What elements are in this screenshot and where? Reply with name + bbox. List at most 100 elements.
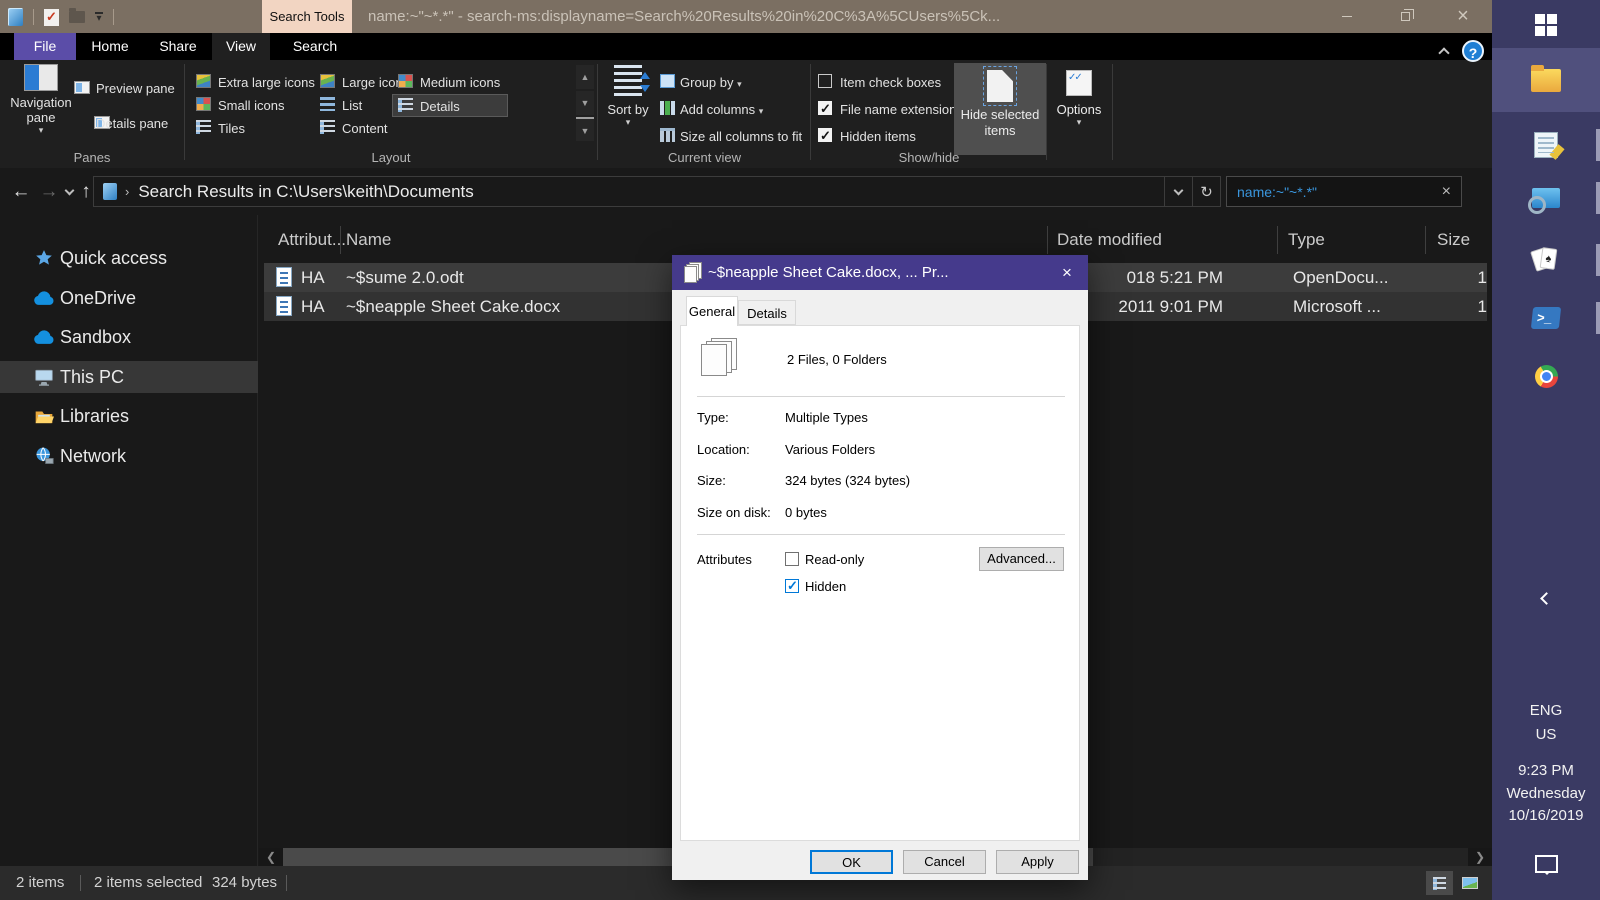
apply-button[interactable]: Apply <box>996 850 1079 874</box>
column-divider[interactable] <box>1277 226 1278 254</box>
extra-large-icons-button[interactable]: Extra large icons <box>218 75 315 90</box>
column-divider[interactable] <box>1425 226 1426 254</box>
hidden-items-label[interactable]: Hidden items <box>840 129 916 144</box>
small-icons-button[interactable]: Small icons <box>218 98 284 113</box>
address-bar[interactable]: › Search Results in C:\Users\keith\Docum… <box>93 176 1221 207</box>
medium-icons-button[interactable]: Medium icons <box>420 75 500 90</box>
dialog-tab-details[interactable]: Details <box>738 300 796 325</box>
column-header-name[interactable]: Name <box>346 222 391 258</box>
field-label-size-on-disk: Size on disk: <box>697 505 771 520</box>
close-button[interactable]: × <box>1434 0 1492 33</box>
size-all-columns-button[interactable]: Size all columns to fit <box>680 129 802 144</box>
details-view-button[interactable]: Details <box>420 99 460 114</box>
options-button[interactable]: Options ▾ <box>1050 63 1108 155</box>
address-dropdown-button[interactable] <box>1164 177 1192 206</box>
sidebar-item-sandbox[interactable]: Sandbox <box>0 321 258 353</box>
advanced-button[interactable]: Advanced... <box>979 547 1064 571</box>
read-only-checkbox[interactable] <box>785 552 799 566</box>
collapse-ribbon-icon[interactable] <box>1438 47 1450 59</box>
scroll-left-arrow[interactable]: ❮ <box>259 848 283 866</box>
chrome-icon <box>1534 364 1558 388</box>
details-view-toggle[interactable] <box>1426 871 1453 895</box>
help-icon[interactable]: ? <box>1462 40 1484 62</box>
taskbar-screen-search[interactable] <box>1492 178 1600 218</box>
preview-pane-button[interactable]: Preview pane <box>96 81 175 96</box>
hidden-label[interactable]: Hidden <box>805 579 846 594</box>
taskbar-powershell[interactable]: >_ <box>1492 298 1600 338</box>
language-indicator[interactable]: ENG <box>1492 702 1600 719</box>
file-name-extensions-checkbox[interactable] <box>818 101 832 117</box>
column-header-type[interactable]: Type <box>1288 222 1325 258</box>
dialog-close-button[interactable]: × <box>1046 255 1088 290</box>
region-indicator[interactable]: US <box>1492 726 1600 743</box>
taskbar-solitaire[interactable]: ♠ <box>1492 240 1600 280</box>
column-header-size[interactable]: Size <box>1437 222 1482 258</box>
sidebar-item-this-pc[interactable]: This PC <box>0 361 258 393</box>
sidebar-item-libraries[interactable]: Libraries <box>0 400 258 432</box>
action-center-button[interactable] <box>1492 848 1600 880</box>
tab-share[interactable]: Share <box>144 33 212 60</box>
tab-file[interactable]: File <box>14 33 76 60</box>
column-header-date-modified[interactable]: Date modified <box>1057 222 1162 258</box>
hidden-items-checkbox[interactable] <box>818 128 832 144</box>
hidden-checkbox[interactable] <box>785 578 799 594</box>
list-button[interactable]: List <box>342 98 362 113</box>
qat-properties-button[interactable] <box>44 8 59 26</box>
content-button[interactable]: Content <box>342 121 388 136</box>
tab-view[interactable]: View <box>212 33 270 60</box>
details-pane-button[interactable]: Details pane <box>96 116 168 131</box>
column-header-attributes[interactable]: Attribut... <box>278 222 346 258</box>
clock-date[interactable]: 10/16/2019 <box>1492 807 1600 824</box>
taskbar-chrome[interactable] <box>1492 356 1600 396</box>
sidebar-item-onedrive[interactable]: OneDrive <box>0 282 258 314</box>
gallery-scroll-up[interactable]: ▲ <box>576 65 594 89</box>
tab-home[interactable]: Home <box>76 33 144 60</box>
search-tools-contextual-tab[interactable]: Search Tools <box>262 0 352 33</box>
hide-selected-items-button[interactable]: Hide selected items <box>954 63 1046 155</box>
files-stack-icon <box>701 338 739 380</box>
gallery-scroll-down[interactable]: ▼ <box>576 91 594 115</box>
thumbnail-view-toggle[interactable] <box>1456 871 1483 895</box>
item-check-boxes-label[interactable]: Item check boxes <box>840 75 941 90</box>
clock-weekday[interactable]: Wednesday <box>1492 785 1600 802</box>
cloud-icon <box>32 290 56 306</box>
show-hidden-icons-button[interactable] <box>1492 586 1600 610</box>
taskbar-notepad[interactable] <box>1492 125 1600 165</box>
clock-time[interactable]: 9:23 PM <box>1492 762 1600 779</box>
gallery-more-button[interactable]: ▼ <box>576 117 594 141</box>
qat-new-folder-button[interactable] <box>69 8 85 23</box>
tiles-button[interactable]: Tiles <box>218 121 245 136</box>
search-input-value[interactable]: name:~"~*.*" <box>1237 184 1442 200</box>
scroll-right-arrow[interactable]: ❯ <box>1468 848 1492 866</box>
dialog-tab-general[interactable]: General <box>686 296 738 326</box>
ok-button[interactable]: OK <box>810 850 893 874</box>
cancel-button[interactable]: Cancel <box>903 850 986 874</box>
tab-search[interactable]: Search <box>270 33 360 60</box>
start-button[interactable] <box>1492 8 1600 42</box>
minimize-button[interactable] <box>1318 0 1376 33</box>
group-by-button[interactable]: Group by ▾ <box>680 75 742 92</box>
restore-button[interactable] <box>1376 0 1434 33</box>
search-box[interactable]: name:~"~*.*" × <box>1226 176 1462 207</box>
recent-locations-dropdown[interactable] <box>62 168 76 215</box>
sidebar-item-network[interactable]: Network <box>0 440 258 472</box>
refresh-button[interactable]: ↻ <box>1192 177 1220 206</box>
add-columns-button[interactable]: Add columns ▾ <box>680 102 763 119</box>
column-divider[interactable] <box>1047 226 1048 254</box>
navigation-pane-button[interactable]: Navigation pane ▾ <box>10 64 72 136</box>
address-row: ← → ↑ › Search Results in C:\Users\keith… <box>0 168 1492 215</box>
address-path[interactable]: Search Results in C:\Users\keith\Documen… <box>138 182 473 202</box>
sort-by-button[interactable]: Sort by ▾ <box>602 65 654 128</box>
file-name-extensions-label[interactable]: File name extensions <box>840 102 963 117</box>
forward-button[interactable]: → <box>36 168 62 215</box>
back-button[interactable]: ← <box>8 168 34 215</box>
clear-search-icon[interactable]: × <box>1442 183 1451 201</box>
desktop: ▾ Search Tools name:~"~*.*" - search-ms:… <box>0 0 1600 900</box>
item-check-boxes-checkbox[interactable] <box>818 74 832 88</box>
sidebar-item-quick-access[interactable]: Quick access <box>0 242 258 274</box>
taskbar-file-explorer[interactable] <box>1492 48 1600 112</box>
read-only-label[interactable]: Read-only <box>805 552 864 567</box>
taskbar: ♠ >_ ENG US 9:23 PM Wednesday 10/16/2019 <box>1492 0 1600 900</box>
qat-customize-dropdown[interactable]: ▾ <box>95 11 103 23</box>
column-divider[interactable] <box>340 226 341 254</box>
